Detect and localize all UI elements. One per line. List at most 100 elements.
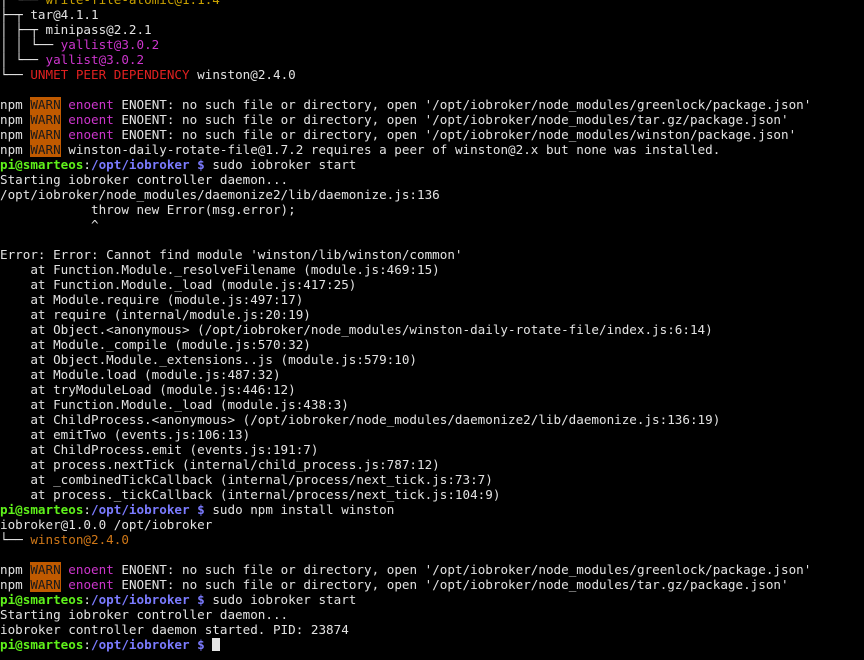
terminal-window[interactable]: │ └── write-file-atomic@1.1.4├─┬ tar@4.1… [0, 0, 864, 660]
terminal-text: enoent [68, 562, 114, 577]
terminal-cursor[interactable] [212, 638, 221, 651]
terminal-text: npm [0, 97, 31, 112]
terminal-line: ^ [0, 217, 864, 232]
terminal-line: at Object.<anonymous> (/opt/iobroker/nod… [0, 322, 864, 337]
terminal-text: └── [0, 67, 31, 82]
terminal-output: │ └── write-file-atomic@1.1.4├─┬ tar@4.1… [0, 0, 864, 652]
terminal-line: │ └── yallist@3.0.2 [0, 52, 864, 67]
terminal-text: ENOENT: no such file or directory, open … [113, 562, 812, 577]
terminal-line: at Function.Module._resolveFilename (mod… [0, 262, 864, 277]
terminal-line: iobroker controller daemon started. PID:… [0, 622, 864, 637]
terminal-text: : [83, 157, 91, 172]
terminal-text: sudo iobroker start [204, 592, 357, 607]
terminal-line: Starting iobroker controller daemon... [0, 607, 864, 622]
terminal-line: at tryModuleLoad (module.js:446:12) [0, 382, 864, 397]
terminal-line: at emitTwo (events.js:106:13) [0, 427, 864, 442]
terminal-text: at ChildProcess.<anonymous> (/opt/iobrok… [0, 412, 721, 427]
terminal-text: enoent [68, 127, 114, 142]
terminal-text: WARN [30, 577, 61, 592]
terminal-text: at Module._compile (module.js:570:32) [0, 337, 311, 352]
terminal-line: at ChildProcess.<anonymous> (/opt/iobrok… [0, 412, 864, 427]
terminal-text: /opt/iobroker $ [91, 637, 205, 652]
terminal-text: enoent [68, 97, 114, 112]
terminal-text: └── [0, 532, 31, 547]
terminal-text: write-file-atomic@1.1.4 [46, 0, 220, 7]
terminal-text: /opt/iobroker $ [91, 502, 205, 517]
terminal-text: winston@2.4.0 [30, 532, 129, 547]
terminal-line: Error: Error: Cannot find module 'winsto… [0, 247, 864, 262]
terminal-text: /opt/iobroker $ [91, 157, 205, 172]
terminal-text: ENOENT: no such file or directory, open … [113, 112, 789, 127]
terminal-text: at ChildProcess.emit (events.js:191:7) [0, 442, 319, 457]
terminal-line: at _combinedTickCallback (internal/proce… [0, 472, 864, 487]
terminal-line: npm WARN enoent ENOENT: no such file or … [0, 562, 864, 577]
terminal-line: └── UNMET PEER DEPENDENCY winston@2.4.0 [0, 67, 864, 82]
terminal-text: yallist@3.0.2 [45, 52, 145, 67]
terminal-text: ^ [0, 217, 99, 232]
terminal-line: └── winston@2.4.0 [0, 532, 864, 547]
terminal-line: npm WARN enoent ENOENT: no such file or … [0, 97, 864, 112]
terminal-text: sudo npm install winston [204, 502, 395, 517]
terminal-text: Error: Error: Cannot find module 'winsto… [0, 247, 463, 262]
terminal-text: pi@smarteos [0, 157, 84, 172]
terminal-line: pi@smarteos:/opt/iobroker $ sudo iobroke… [0, 592, 864, 607]
terminal-text: at tryModuleLoad (module.js:446:12) [0, 382, 296, 397]
terminal-text: yallist@3.0.2 [60, 37, 160, 52]
terminal-line: at Function.Module._load (module.js:438:… [0, 397, 864, 412]
terminal-text: │ └── [0, 52, 46, 67]
terminal-text: at Function.Module._load (module.js:438:… [0, 397, 349, 412]
terminal-line: throw new Error(msg.error); [0, 202, 864, 217]
terminal-line: │ │ └── yallist@3.0.2 [0, 37, 864, 52]
terminal-text: at Module.require (module.js:497:17) [0, 292, 304, 307]
terminal-text: winston@2.4.0 [189, 67, 296, 82]
terminal-text: throw new Error(msg.error); [0, 202, 296, 217]
terminal-text: iobroker controller daemon started. PID:… [0, 622, 349, 637]
terminal-text: at Function.Module._resolveFilename (mod… [0, 262, 440, 277]
terminal-text: at Object.Module._extensions..js (module… [0, 352, 418, 367]
terminal-text: WARN [30, 142, 61, 157]
terminal-line: pi@smarteos:/opt/iobroker $ sudo npm ins… [0, 502, 864, 517]
terminal-text: WARN [30, 127, 61, 142]
terminal-text: ENOENT: no such file or directory, open … [113, 97, 812, 112]
terminal-text: at Function.Module._load (module.js:417:… [0, 277, 357, 292]
terminal-text: at process._tickCallback (internal/proce… [0, 487, 501, 502]
terminal-text: /opt/iobroker $ [91, 592, 205, 607]
terminal-text: at process.nextTick (internal/child_proc… [0, 457, 440, 472]
terminal-text: at emitTwo (events.js:106:13) [0, 427, 251, 442]
terminal-text: │ ├─┬ minipass@2.2.1 [0, 22, 152, 37]
terminal-line: npm WARN enoent ENOENT: no such file or … [0, 127, 864, 142]
terminal-text: : [83, 637, 91, 652]
terminal-line: pi@smarteos:/opt/iobroker $ [0, 637, 864, 652]
terminal-text: │ │ └── [0, 37, 61, 52]
terminal-line: │ ├─┬ minipass@2.2.1 [0, 22, 864, 37]
terminal-text: npm [0, 112, 31, 127]
terminal-text: npm [0, 577, 31, 592]
terminal-line: at Module.load (module.js:487:32) [0, 367, 864, 382]
terminal-line: at require (internal/module.js:20:19) [0, 307, 864, 322]
terminal-line: at Module._compile (module.js:570:32) [0, 337, 864, 352]
terminal-text: npm [0, 142, 31, 157]
terminal-text: sudo iobroker start [204, 157, 357, 172]
terminal-line: at process.nextTick (internal/child_proc… [0, 457, 864, 472]
terminal-line: npm WARN enoent ENOENT: no such file or … [0, 577, 864, 592]
terminal-text: at require (internal/module.js:20:19) [0, 307, 311, 322]
terminal-line: npm WARN enoent ENOENT: no such file or … [0, 112, 864, 127]
terminal-text: WARN [30, 112, 61, 127]
terminal-text: ENOENT: no such file or directory, open … [113, 127, 797, 142]
terminal-line: pi@smarteos:/opt/iobroker $ sudo iobroke… [0, 157, 864, 172]
terminal-text: Starting iobroker controller daemon... [0, 172, 289, 187]
terminal-text: npm [0, 127, 31, 142]
terminal-text: /opt/iobroker/node_modules/daemonize2/li… [0, 187, 440, 202]
terminal-line: at Object.Module._extensions..js (module… [0, 352, 864, 367]
terminal-text: at Module.load (module.js:487:32) [0, 367, 281, 382]
terminal-line: at process._tickCallback (internal/proce… [0, 487, 864, 502]
terminal-text: : [83, 592, 91, 607]
terminal-text: npm [0, 562, 31, 577]
terminal-text: enoent [68, 112, 114, 127]
terminal-line: /opt/iobroker/node_modules/daemonize2/li… [0, 187, 864, 202]
terminal-line: at Module.require (module.js:497:17) [0, 292, 864, 307]
terminal-text: │ └── [0, 0, 46, 7]
